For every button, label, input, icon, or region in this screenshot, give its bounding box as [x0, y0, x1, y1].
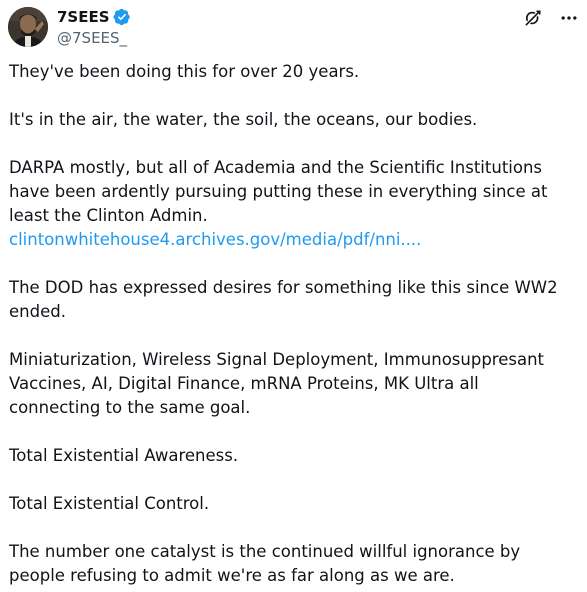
tweet-paragraph: Miniaturization, Wireless Signal Deploym… — [9, 350, 544, 417]
display-name-row[interactable]: 7SEES — [57, 6, 131, 28]
author-names: 7SEES @7SEES_ — [57, 6, 131, 47]
avatar[interactable] — [8, 7, 48, 47]
avatar-image — [8, 7, 48, 47]
tweet-header: 7SEES @7SEES_ — [8, 6, 579, 50]
more-icon[interactable] — [559, 8, 579, 28]
tweet-card: 7SEES @7SEES_ They've been doing this fo… — [0, 0, 587, 592]
tweet-paragraph: They've been doing this for over 20 year… — [9, 62, 360, 81]
verified-badge-icon[interactable] — [113, 8, 131, 26]
tweet-paragraph: Total Existential Awareness. — [9, 446, 239, 465]
tweet-paragraph-with-link: DARPA mostly, but all of Academia and th… — [9, 156, 575, 252]
tweet-paragraph: The number one catalyst is the continued… — [9, 542, 521, 585]
tweet-paragraph: The DOD has expressed desires for someth… — [9, 278, 558, 321]
tweet-paragraph: It's in the air, the water, the soil, th… — [9, 110, 478, 129]
author-handle[interactable]: @7SEES_ — [57, 29, 131, 47]
display-name[interactable]: 7SEES — [57, 8, 110, 26]
tweet-link[interactable]: clintonwhitehouse4.archives.gov/media/pd… — [9, 230, 421, 249]
tweet-actions — [523, 8, 579, 28]
tweet-text: They've been doing this for over 20 year… — [9, 60, 575, 588]
tweet-paragraph: Total Existential Control. — [9, 494, 210, 513]
grok-icon[interactable] — [523, 8, 543, 28]
tweet-paragraph-text: DARPA mostly, but all of Academia and th… — [9, 158, 548, 225]
